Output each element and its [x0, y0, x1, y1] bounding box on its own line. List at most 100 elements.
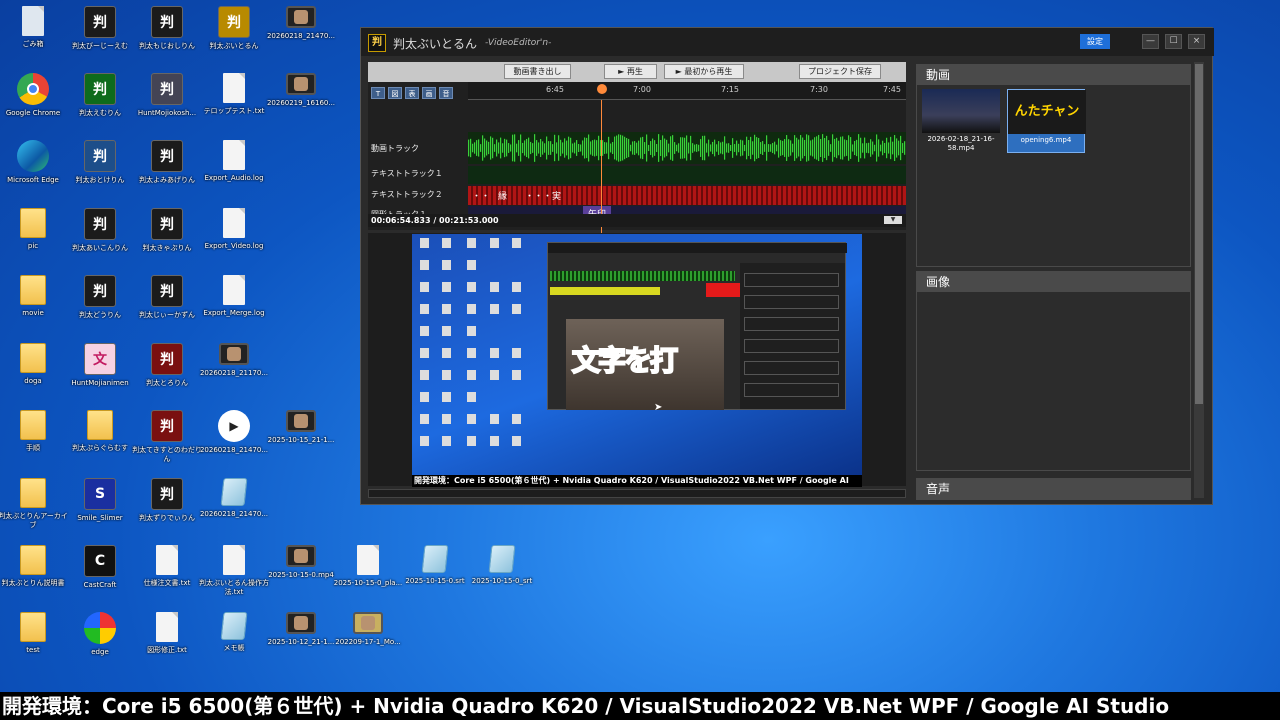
desktop-icon[interactable]: 判判太てきすとのわだりん: [132, 410, 202, 464]
desktop-icon[interactable]: 判太ぶとりんアーカイブ: [0, 478, 68, 530]
desktop-icon[interactable]: movie: [0, 275, 68, 318]
desktop-icon[interactable]: 仕様注文書.txt: [132, 545, 202, 588]
settings-button[interactable]: 設定: [1080, 34, 1110, 49]
desktop-icon[interactable]: 2025-10-15-0.srt: [400, 545, 470, 586]
text-track1[interactable]: [468, 166, 906, 184]
desktop-icon[interactable]: S Smile_Slimer: [65, 478, 135, 523]
preview-desktop-icon: [442, 414, 451, 424]
desktop-icon[interactable]: 判判太あいこんりん: [65, 208, 135, 253]
save-project-button[interactable]: プロジェクト保存: [799, 64, 881, 79]
desktop-icon[interactable]: pic: [0, 208, 68, 251]
text-clip[interactable]: ・・・: [525, 189, 552, 202]
desktop-icon[interactable]: test: [0, 612, 68, 655]
video-track[interactable]: [468, 132, 906, 164]
waveform-bar: [554, 134, 556, 162]
export-video-button[interactable]: 動画書き出し: [504, 64, 571, 79]
waveform-bar: [740, 139, 742, 157]
waveform-bar: [784, 139, 786, 157]
desktop-icon[interactable]: 判太ぷらぐらむす: [65, 410, 135, 453]
desktop-icon[interactable]: Export_Merge.log: [199, 275, 269, 318]
add-table-track-button[interactable]: 表: [405, 87, 419, 99]
desktop-icon[interactable]: 判判太もじおしりん: [132, 6, 202, 51]
desktop-icon[interactable]: 判判太ずりでぃりん: [132, 478, 202, 523]
desktop-icon[interactable]: 2025-10-15_21-1...: [266, 410, 336, 445]
timeline-dropdown-button[interactable]: ▼: [884, 216, 902, 224]
maximize-button[interactable]: ☐: [1165, 34, 1182, 49]
desktop-icon[interactable]: 202209-17-1_Mo...: [333, 612, 403, 647]
desktop-icon[interactable]: 判判太きゃぷりん: [132, 208, 202, 253]
nested-row: [744, 273, 839, 287]
desktop-icon[interactable]: 20260219_16160...: [266, 73, 336, 108]
time-ruler[interactable]: 6:45 7:00 7:15 7:30 7:45: [468, 82, 906, 100]
desktop-icon[interactable]: テロップテスト.txt: [199, 73, 269, 116]
preview-frame[interactable]: 文字を打 ➤ 開発環境：Core i5 6500(第６世代) + Nvidia …: [412, 234, 862, 487]
text-clip[interactable]: ・・: [472, 189, 490, 202]
minimize-button[interactable]: —: [1142, 34, 1159, 49]
desktop-icon[interactable]: 20260218_21470...: [266, 6, 336, 41]
waveform-bar: [794, 135, 796, 161]
desktop-icon[interactable]: Google Chrome: [0, 73, 68, 118]
desktop-icon[interactable]: 2025-10-15-0_pla...: [333, 545, 403, 588]
desktop-icon[interactable]: 20260218_21470...: [199, 478, 269, 519]
desktop-icon[interactable]: ごみ箱: [0, 6, 68, 49]
desktop-icon[interactable]: 判判太とろりん: [132, 343, 202, 388]
image-panel-list[interactable]: [917, 292, 1190, 470]
text-track2[interactable]: ・・ 縁 ・・・ 実: [468, 186, 906, 205]
desktop-icon[interactable]: doga: [0, 343, 68, 386]
desktop-icon[interactable]: edge: [65, 612, 135, 657]
close-button[interactable]: ×: [1188, 34, 1205, 49]
desktop-icon[interactable]: 図形修正.txt: [132, 612, 202, 655]
add-shape-track-button[interactable]: 図: [388, 87, 402, 99]
desktop-icon[interactable]: 判判太えむりん: [65, 73, 135, 118]
desktop-icon[interactable]: 判判太どうりん: [65, 275, 135, 320]
scrollbar-thumb[interactable]: [1195, 64, 1203, 404]
add-image-track-button[interactable]: 画: [422, 87, 436, 99]
folder-icon: [20, 612, 46, 642]
desktop-icon[interactable]: メモ帳: [199, 612, 269, 653]
desktop-icon[interactable]: C CastCraft: [65, 545, 135, 590]
desktop-icon[interactable]: 文 HuntMojianimen: [65, 343, 135, 388]
waveform-bar: [868, 142, 870, 154]
desktop-icon[interactable]: 手順: [0, 410, 68, 453]
desktop-icon[interactable]: 2025-10-15-0.mp4: [266, 545, 336, 580]
desktop-icon[interactable]: 判判太びーじーえむ: [65, 6, 135, 51]
title-bar[interactable]: 判 判太ぶいとるん -VideoEditor'n- 設定 — ☐ ×: [361, 28, 1214, 56]
desktop-icon[interactable]: 判太ぶいとるん操作方法.txt: [199, 545, 269, 597]
video-panel-list[interactable]: 2026-02-18_21-16-58.mp4 んたチャン opening6.m…: [917, 85, 1190, 266]
timeline[interactable]: T 図 表 画 音 6:45 7:00 7:15 7:30 7:45 動画トラッ…: [368, 82, 906, 235]
desktop-icon[interactable]: 2025-10-15-0_srt: [467, 545, 537, 586]
add-audio-track-button[interactable]: 音: [439, 87, 453, 99]
play-button[interactable]: ► 再生: [604, 64, 657, 79]
desktop-icon[interactable]: Microsoft Edge: [0, 140, 68, 185]
text-clip[interactable]: 縁: [498, 189, 507, 202]
desktop-icon[interactable]: 判 HuntMojiokosh...: [132, 73, 202, 118]
desktop-icon[interactable]: Export_Video.log: [199, 208, 269, 251]
waveform-bar: [808, 135, 810, 161]
desktop-icon[interactable]: 判太ぶとりん説明書: [0, 545, 68, 588]
desktop-icon[interactable]: ▶ 20260218_21470...: [199, 410, 269, 455]
app-icon: 文: [84, 343, 116, 375]
play-from-start-button[interactable]: ► 最初から再生: [664, 64, 744, 79]
desktop-icon[interactable]: 2025-10-12_21-1...: [266, 612, 336, 647]
desktop-icon[interactable]: 判判太じぃーかずん: [132, 275, 202, 320]
preview-scrollbar[interactable]: [368, 489, 906, 498]
waveform-bar: [728, 143, 730, 153]
add-text-track-button[interactable]: T: [371, 87, 385, 99]
video-item[interactable]: 2026-02-18_21-16-58.mp4: [922, 89, 1000, 153]
desktop-icon[interactable]: 20260218_21170...: [199, 343, 269, 378]
waveform-bar: [586, 137, 588, 159]
image-panel-title: 画像: [917, 272, 1190, 292]
desktop-icon[interactable]: 判判太ぶいとるん: [199, 6, 269, 51]
desktop-icon[interactable]: Export_Audio.log: [199, 140, 269, 183]
waveform-bar: [880, 144, 882, 152]
waveform-bar: [710, 144, 712, 152]
audio-panel: 音声: [916, 478, 1191, 500]
desktop-icon[interactable]: 判判太よみあげりん: [132, 140, 202, 185]
waveform-bar: [748, 140, 750, 156]
playhead-handle[interactable]: [597, 84, 607, 94]
desktop-icon[interactable]: 判判太おとけりん: [65, 140, 135, 185]
app-icon: 判: [151, 140, 183, 172]
text-clip[interactable]: 実: [552, 189, 561, 202]
right-panel-scrollbar[interactable]: [1194, 62, 1204, 498]
video-item-selected[interactable]: んたチャン opening6.mp4: [1007, 89, 1086, 153]
